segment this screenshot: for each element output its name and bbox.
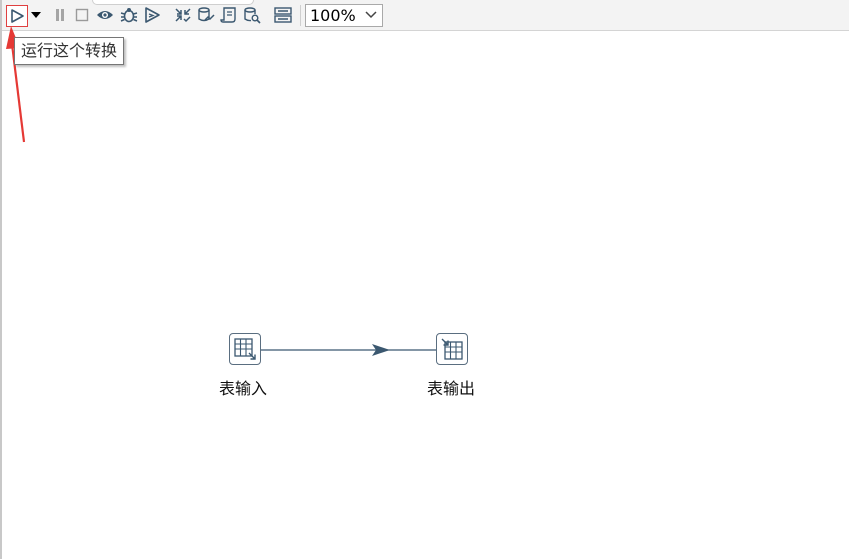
table-input-icon [234,338,256,360]
table-output-icon [441,338,463,360]
hop-connection[interactable] [261,344,436,356]
step-table-input[interactable] [229,333,261,365]
run-tooltip: 运行这个转换 [14,37,125,65]
canvas-graphics [6,26,436,356]
step-table-output[interactable] [436,333,468,365]
step-label-table-input: 表输入 [219,379,268,398]
spoon-transformation-editor: 100% 运行这个转换 表输入 表输出 [0,0,849,559]
step-label-table-output: 表输出 [427,379,476,398]
